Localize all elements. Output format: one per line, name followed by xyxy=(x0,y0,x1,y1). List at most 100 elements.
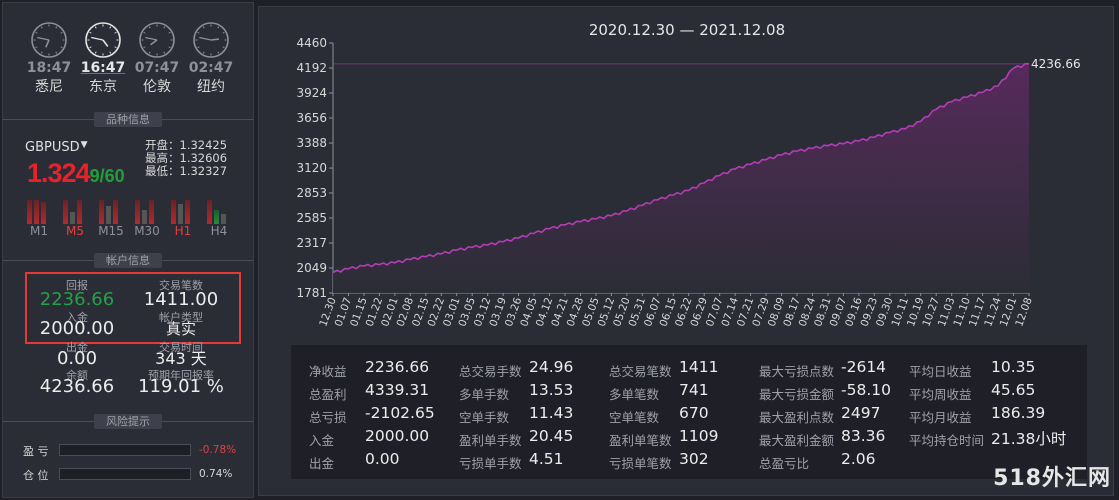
clock-tick xyxy=(148,26,151,29)
y-tick-label: 2853 xyxy=(296,186,327,200)
stat-label: 净收益 xyxy=(309,364,347,379)
clock-minute-hand xyxy=(199,36,212,41)
stat-value: 45.65 xyxy=(991,381,1036,399)
stat-value: 1109 xyxy=(679,427,719,445)
stat-value: 670 xyxy=(679,404,709,422)
stat-value: 21.38小时 xyxy=(991,430,1067,448)
stat-label: 平均月收益 xyxy=(909,410,972,425)
bar xyxy=(70,212,75,224)
clock-tick xyxy=(55,26,58,29)
clock-hour-hand xyxy=(150,39,158,46)
clock-sydney[interactable]: 18:47 悉尼 xyxy=(23,21,75,96)
y-tick-label: 2317 xyxy=(296,236,327,250)
timeframe-m5[interactable]: M5 xyxy=(61,196,89,238)
stat-value: 2236.66 xyxy=(365,358,430,376)
clock-tick xyxy=(217,26,220,29)
bar xyxy=(34,200,39,224)
y-tick-label: 3388 xyxy=(296,136,327,150)
bar xyxy=(41,202,46,224)
y-tick-label: 2049 xyxy=(296,261,327,275)
watermark-logo: 518外汇网 xyxy=(993,466,1111,491)
stat-label: 出金 xyxy=(309,456,335,471)
clock-london[interactable]: 07:47 伦敦 xyxy=(131,21,183,96)
stat-value: 2000.00 xyxy=(365,427,430,445)
stat-value: -58.10 xyxy=(841,381,891,399)
timeframe-m1[interactable]: M1 xyxy=(25,196,53,238)
stat-value: 0.00 xyxy=(365,450,400,468)
profit-loss-label: 盈 亏 xyxy=(23,445,49,458)
bar xyxy=(27,200,32,224)
clock-newyork[interactable]: 02:47 纽约 xyxy=(185,21,237,96)
stat-label: 盈利单笔数 xyxy=(609,433,672,448)
clock-tick xyxy=(40,51,43,54)
annual-return-value: 119.01 % xyxy=(138,376,224,397)
stat-label: 多单笔数 xyxy=(609,387,660,402)
bar xyxy=(171,200,176,224)
stat-value: 4.51 xyxy=(529,450,564,468)
stat-label: 空单笔数 xyxy=(609,410,660,425)
bar xyxy=(113,200,118,224)
clock-tick xyxy=(89,31,92,34)
stat-label: 多单手数 xyxy=(459,387,510,402)
clock-tick xyxy=(109,51,112,54)
timeframe-h1[interactable]: H1 xyxy=(169,196,197,238)
section-title: 品种信息 xyxy=(94,112,162,127)
clock-tick xyxy=(55,51,58,54)
bar xyxy=(214,210,219,224)
clock-icon xyxy=(31,22,67,58)
account-type-value: 真实 xyxy=(165,320,196,338)
stat-label: 总盈利 xyxy=(309,387,347,402)
stat-label: 总交易笔数 xyxy=(609,364,672,379)
clock-tick xyxy=(89,46,92,49)
trades-value: 1411.00 xyxy=(143,289,219,310)
y-tick-label: 4192 xyxy=(296,61,327,75)
clock-tokyo[interactable]: 16:47 东京 xyxy=(77,21,129,96)
clock-minute-hand xyxy=(91,36,104,41)
stat-label: 亏损单手数 xyxy=(459,456,522,471)
clock-tick xyxy=(202,26,205,29)
clock-tick xyxy=(94,26,97,29)
clock-tick xyxy=(40,26,43,29)
stat-label: 最大盈利点数 xyxy=(759,410,835,425)
clock-tick xyxy=(35,31,38,34)
section-title: 帐户信息 xyxy=(94,253,162,268)
bar xyxy=(178,204,183,224)
y-tick-label: 3656 xyxy=(296,111,327,125)
symbol-selector[interactable]: GBPUSD▼ xyxy=(25,140,88,155)
price-main: 1.324 xyxy=(27,158,91,188)
section-title: 风险提示 xyxy=(94,414,162,429)
clock-tick xyxy=(35,46,38,49)
timeframe-label: M5 xyxy=(66,224,84,238)
clock-time: 18:47 xyxy=(26,60,72,76)
clock-city: 纽约 xyxy=(197,79,225,95)
clock-time: 07:47 xyxy=(134,60,180,76)
stat-value: 4339.31 xyxy=(365,381,430,399)
stat-value: 10.35 xyxy=(991,358,1036,376)
stat-value: 186.39 xyxy=(991,404,1046,422)
stat-label: 总盈亏比 xyxy=(759,456,810,471)
clock-tick xyxy=(202,51,205,54)
symbol-section-header: 品种信息 xyxy=(3,112,253,133)
stat-value: -2614 xyxy=(841,358,887,376)
stat-label: 盈利单手数 xyxy=(459,433,522,448)
clock-tick xyxy=(60,31,63,34)
equity-chart: 4460 4192 3924 3656 3388 3120 2853 2585 2317 2049… xyxy=(296,36,1080,328)
clock-tick xyxy=(109,26,112,29)
clock-tick xyxy=(197,31,200,34)
timeframe-m30[interactable]: M30 xyxy=(133,196,161,238)
clock-hour-hand xyxy=(210,38,220,41)
position-bar xyxy=(59,468,191,480)
profit-loss-value: -0.78% xyxy=(199,444,237,456)
timeframe-label: M15 xyxy=(98,224,124,238)
withdraw-value: 0.00 xyxy=(56,348,98,369)
bar xyxy=(207,200,212,224)
timeframe-h4[interactable]: H4 xyxy=(205,196,233,238)
clock-minute-hand xyxy=(37,36,50,41)
bar xyxy=(185,200,190,224)
bar xyxy=(106,206,111,224)
trade-time-value: 343 天 xyxy=(155,349,207,368)
stat-value: 2.06 xyxy=(841,450,876,468)
clock-tick xyxy=(217,51,220,54)
timeframe-bars: M1 M5 M15 M30 H1 H4 xyxy=(25,196,237,238)
timeframe-m15[interactable]: M15 xyxy=(97,196,125,238)
